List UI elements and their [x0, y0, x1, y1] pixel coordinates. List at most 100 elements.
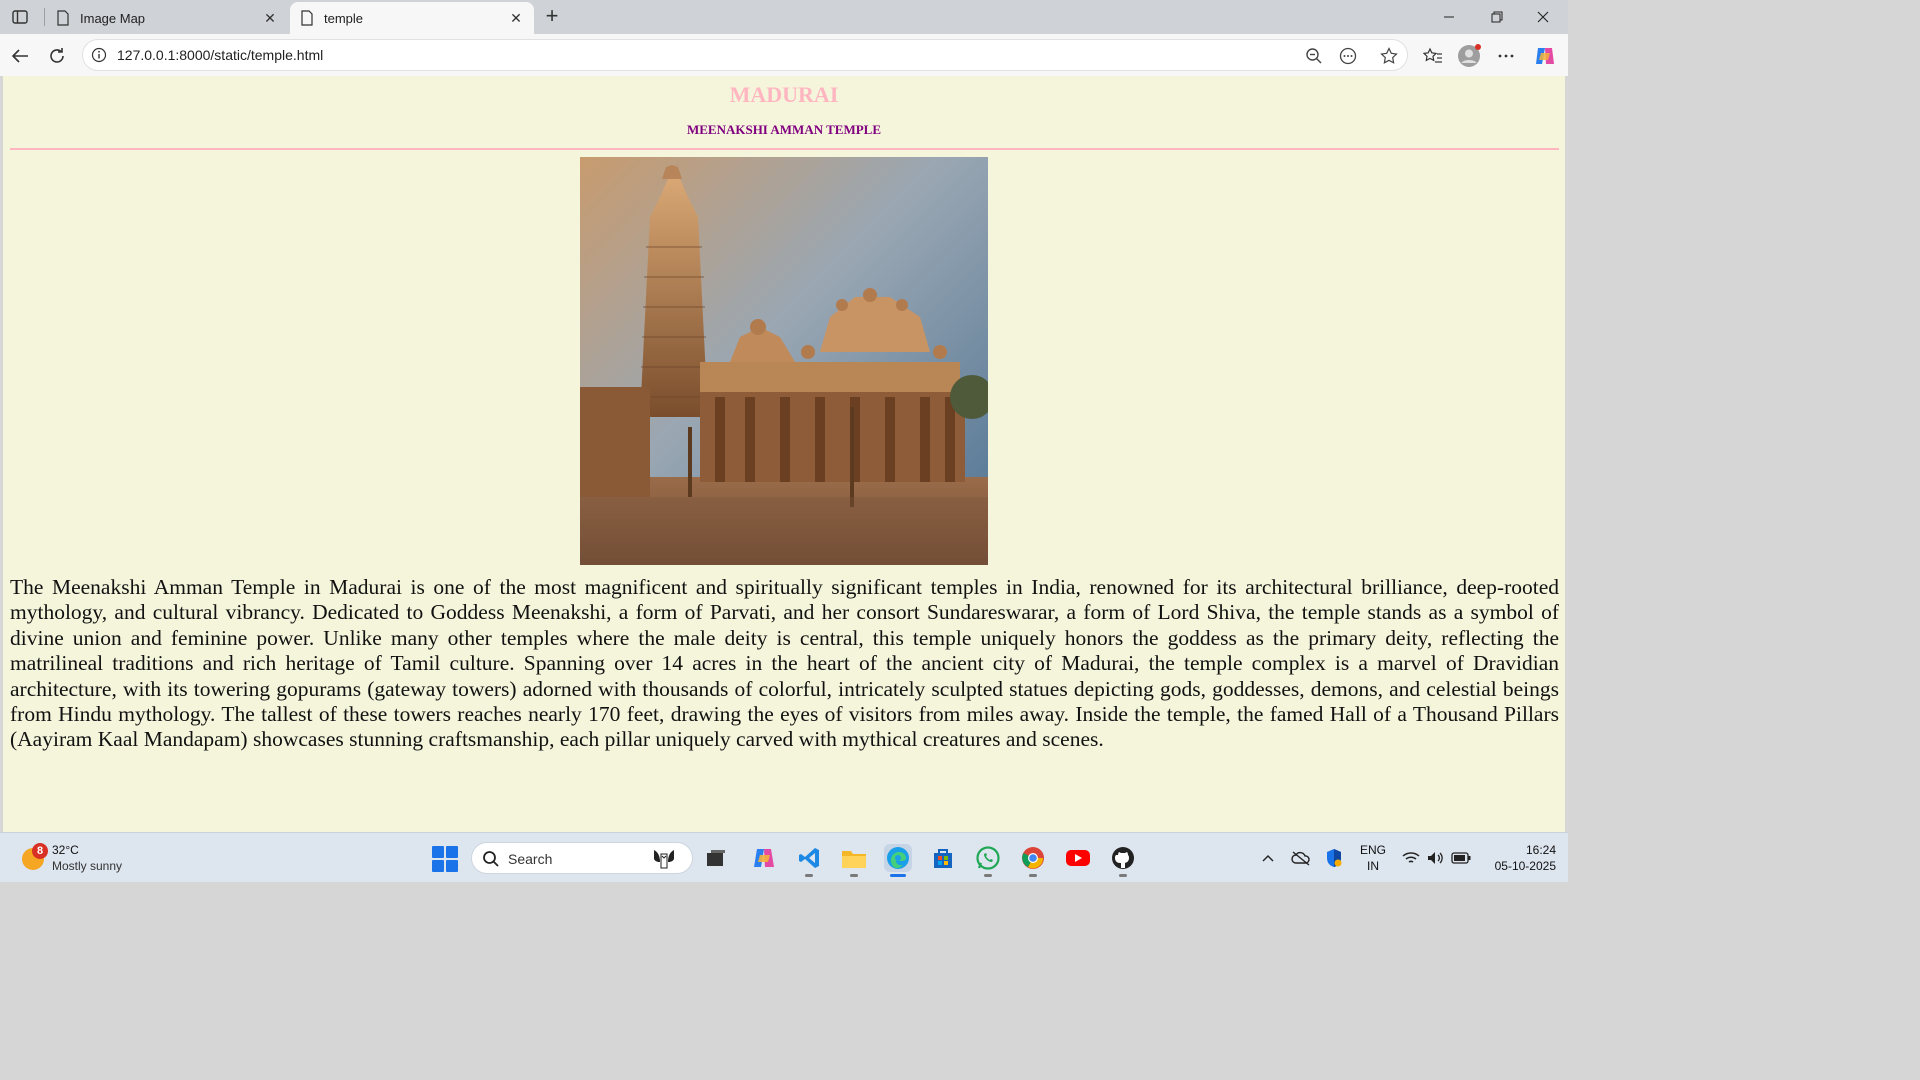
whatsapp-button[interactable]	[974, 844, 1002, 877]
chrome-button[interactable]	[1019, 844, 1047, 877]
volume-button[interactable]	[1424, 845, 1446, 871]
refresh-icon	[50, 48, 64, 63]
weather-widget[interactable]: 8 32°C Mostly sunny	[18, 839, 158, 877]
profile-button[interactable]	[1457, 44, 1481, 68]
running-indicator	[1029, 874, 1037, 877]
page-subtitle: MEENAKSHI AMMAN TEMPLE	[686, 122, 882, 137]
clock-time: 16:24	[1525, 843, 1556, 857]
more-circle-icon	[1339, 47, 1357, 65]
show-hidden-icons-button[interactable]	[1258, 845, 1278, 871]
onedrive-button[interactable]	[1290, 845, 1312, 871]
whatsapp-icon	[976, 846, 1000, 870]
speaker-icon	[1428, 852, 1443, 864]
close-icon	[1537, 11, 1549, 23]
copilot-button[interactable]	[1533, 44, 1557, 68]
edge-button[interactable]	[884, 844, 912, 877]
start-button[interactable]	[432, 846, 458, 872]
zoom-button[interactable]	[1303, 46, 1325, 66]
running-indicator	[1119, 874, 1127, 877]
weather-condition: Mostly sunny	[52, 859, 123, 873]
copilot-app-button[interactable]	[750, 844, 778, 872]
store-button[interactable]	[929, 844, 957, 872]
security-button[interactable]	[1323, 845, 1345, 871]
horizontal-rule	[10, 148, 1559, 150]
close-tab-icon[interactable]: ✕	[508, 10, 524, 26]
store-icon	[934, 849, 952, 868]
battery-icon	[1451, 852, 1471, 864]
close-window-button[interactable]	[1520, 4, 1566, 30]
vscode-button[interactable]	[795, 844, 823, 877]
temple-description: The Meenakshi Amman Temple in Madurai is…	[10, 575, 1559, 752]
address-bar[interactable]: 127.0.0.1:8000/static/temple.html	[82, 39, 1408, 71]
search-highlight-icon	[654, 850, 674, 869]
youtube-icon	[1066, 850, 1090, 866]
battery-button[interactable]	[1450, 845, 1472, 871]
ellipsis-icon	[1498, 54, 1514, 58]
new-tab-button[interactable]: +	[540, 3, 564, 28]
minimize-icon	[1444, 16, 1454, 18]
tab-image-map[interactable]: Image Map ✕	[46, 2, 288, 34]
windows-logo-pane	[446, 846, 458, 858]
youtube-button[interactable]	[1064, 844, 1092, 872]
page-icon	[57, 10, 69, 26]
region-code: IN	[1367, 859, 1379, 873]
weather-temperature: 32°C	[52, 843, 79, 857]
browser-toolbar: 127.0.0.1:8000/static/temple.html	[0, 34, 1568, 76]
close-tab-icon[interactable]: ✕	[262, 10, 278, 26]
running-indicator	[984, 874, 992, 877]
read-aloud-button[interactable]	[1337, 46, 1359, 66]
search-label: Search	[508, 851, 553, 867]
taskbar-search-box[interactable]: Search	[471, 842, 693, 874]
back-arrow-icon	[11, 49, 28, 63]
clock-date: 05-10-2025	[1494, 859, 1556, 873]
tab-actions-button[interactable]	[8, 6, 32, 28]
page-title: MADURAI	[729, 82, 839, 107]
tab-separator	[44, 8, 45, 26]
favorites-list-icon	[1423, 47, 1442, 63]
tab-title: Image Map	[80, 10, 146, 26]
network-button[interactable]	[1400, 845, 1422, 871]
page-icon	[301, 10, 313, 26]
tab-title: temple	[324, 10, 364, 26]
edge-icon	[887, 847, 909, 869]
chrome-icon	[1022, 847, 1044, 869]
task-view-button[interactable]	[702, 844, 730, 872]
cloud-off-icon	[1291, 851, 1310, 866]
refresh-button[interactable]	[43, 42, 71, 70]
address-url: 127.0.0.1:8000/static/temple.html	[117, 47, 324, 63]
github-button[interactable]	[1109, 844, 1137, 877]
copilot-app-icon	[754, 849, 774, 867]
avatar-icon	[1458, 44, 1481, 67]
page-viewport: MADURAI MEENAKSHI AMMAN TEMPLE The Meena…	[3, 76, 1565, 832]
back-button[interactable]	[6, 42, 34, 70]
active-indicator	[890, 874, 906, 877]
favorite-button[interactable]	[1378, 46, 1400, 66]
windows-logo-pane	[446, 860, 458, 872]
tab-temple[interactable]: temple ✕	[290, 2, 534, 34]
site-info-icon[interactable]	[91, 47, 107, 63]
running-indicator	[805, 874, 813, 877]
minimize-button[interactable]	[1426, 4, 1472, 30]
wifi-icon	[1402, 852, 1420, 863]
github-icon	[1112, 847, 1134, 869]
settings-more-button[interactable]	[1494, 44, 1518, 68]
chevron-up-icon	[1262, 855, 1274, 862]
restore-icon	[1491, 11, 1503, 23]
vscode-icon	[799, 848, 819, 868]
temple-image	[580, 157, 988, 565]
restore-button[interactable]	[1474, 4, 1520, 30]
zoom-out-icon	[1306, 48, 1322, 64]
favorites-button[interactable]	[1421, 44, 1445, 68]
language-indicator[interactable]: ENG IN	[1356, 842, 1390, 874]
search-icon	[483, 851, 499, 867]
file-explorer-button[interactable]	[840, 844, 868, 877]
notification-badge: 8	[32, 843, 48, 859]
shield-icon	[1327, 849, 1342, 867]
star-icon	[1380, 47, 1398, 64]
taskbar: 8 32°C Mostly sunny Search ENG IN 16:24 …	[0, 832, 1568, 882]
windows-logo-pane	[432, 846, 444, 858]
clock[interactable]: 16:24 05-10-2025	[1476, 842, 1556, 874]
folder-icon	[842, 851, 866, 868]
copilot-icon	[1536, 48, 1554, 64]
tab-actions-icon	[12, 10, 28, 24]
